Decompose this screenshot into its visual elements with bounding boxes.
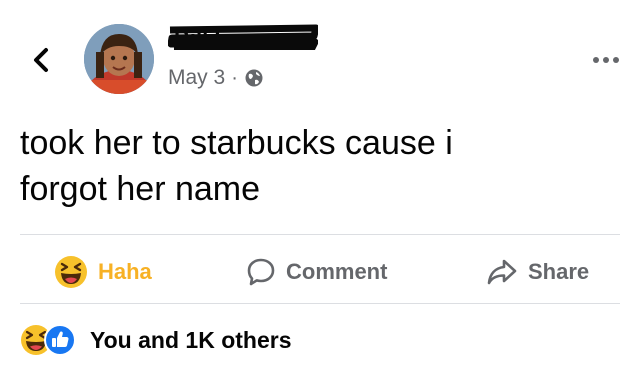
haha-label: Haha <box>98 259 152 284</box>
reaction-icons <box>20 323 78 357</box>
share-label: Share <box>528 259 590 284</box>
more-dot-icon <box>593 57 599 63</box>
comment-label: Comment <box>286 259 388 284</box>
more-dot-icon <box>613 57 619 63</box>
post-header: Bill Lee May 3 · <box>0 0 640 110</box>
chevron-left-icon <box>34 48 48 72</box>
avatar-image <box>84 24 154 94</box>
post-date[interactable]: May 3 <box>168 66 225 90</box>
share-icon <box>487 259 517 285</box>
haha-icon <box>55 256 87 288</box>
globe-icon <box>245 69 263 87</box>
post-text-line: forgot her name <box>20 170 261 208</box>
reaction-summary-text: You and 1K others <box>90 326 292 353</box>
share-button[interactable]: Share <box>486 244 589 300</box>
action-bar: Haha Comment Share <box>0 244 640 300</box>
post-body: took her to starbucks cause i forgot her… <box>20 120 620 212</box>
author-name-redacted[interactable]: Bill Lee <box>168 24 318 51</box>
back-button[interactable] <box>26 40 56 80</box>
redaction-scribble <box>168 24 318 50</box>
divider <box>20 303 620 304</box>
meta-separator: · <box>231 66 238 89</box>
avatar[interactable] <box>84 24 154 94</box>
more-dot-icon <box>603 57 609 63</box>
haha-reaction-button[interactable]: Haha <box>54 244 152 300</box>
divider <box>20 234 620 235</box>
like-icon <box>44 324 76 356</box>
post-text-line: took her to starbucks cause i <box>20 124 453 162</box>
post-meta: May 3 · <box>168 64 264 92</box>
comment-icon <box>247 258 275 286</box>
more-options-button[interactable] <box>584 48 628 72</box>
comment-button[interactable]: Comment <box>246 244 387 300</box>
reaction-summary-row[interactable]: You and 1K others <box>20 318 292 362</box>
